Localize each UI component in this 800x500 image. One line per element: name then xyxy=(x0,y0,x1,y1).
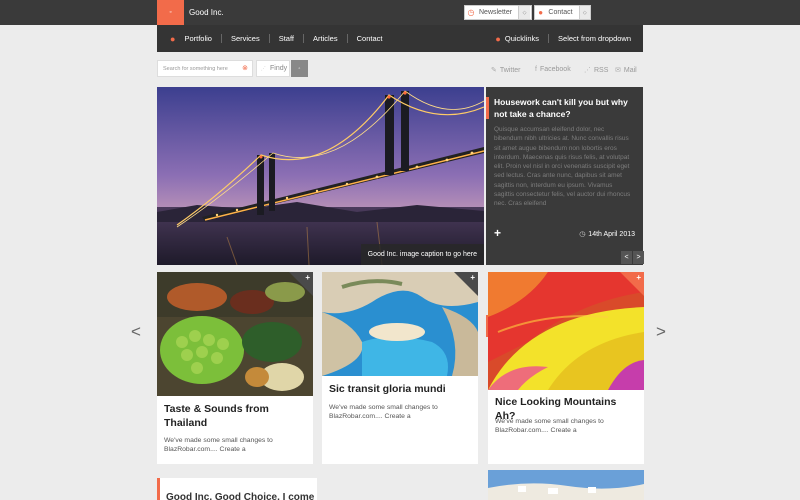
card-body: We've made some small changes to BlazRob… xyxy=(164,437,273,453)
rss-icon: ⋰ xyxy=(261,65,266,72)
quicklinks-link[interactable]: Quicklinks xyxy=(505,34,539,43)
chevron-down-icon[interactable]: ◇ xyxy=(518,6,531,19)
nav-right: ● Quicklinks Select from dropdown xyxy=(495,34,643,44)
feature-date-text: 14th April 2013 xyxy=(588,230,635,238)
twitter-label: Twitter xyxy=(499,66,521,74)
main-nav: ● Portfolio Services Staff Articles Cont… xyxy=(157,25,643,52)
card-title[interactable]: Taste & Sounds from Thailand xyxy=(164,402,306,430)
accent-bar xyxy=(486,97,489,119)
pager-prev-button[interactable]: < xyxy=(621,251,632,264)
nav-item-staff[interactable]: Staff xyxy=(270,34,305,43)
rss-label: RSS xyxy=(594,66,609,74)
facebook-label: Facebook xyxy=(539,66,571,73)
card-santorini[interactable]: + xyxy=(488,470,644,500)
bridge-photo xyxy=(157,87,484,265)
card-body: We've made some small changes to BlazRob… xyxy=(495,418,604,434)
mail-label: Mail xyxy=(623,66,637,74)
plus-icon[interactable]: + xyxy=(305,273,310,282)
clock-icon: ◷ xyxy=(579,231,586,238)
newsletter-button[interactable]: ◷ Newsletter ◇ xyxy=(464,5,532,20)
nav-item-articles[interactable]: Articles xyxy=(304,34,348,43)
coast-photo xyxy=(488,470,644,500)
twitter-link[interactable]: ✎ Twitter xyxy=(491,66,521,75)
contact-button[interactable]: ● Contact ◇ xyxy=(534,5,591,20)
facebook-icon: f xyxy=(535,66,537,73)
chevron-down-icon[interactable]: ◇ xyxy=(578,6,590,19)
rss-link[interactable]: ⋰ RSS xyxy=(584,66,609,75)
search-button[interactable]: ◦ xyxy=(291,60,308,77)
carousel-prev-button[interactable]: < xyxy=(131,322,141,342)
pager-next-button[interactable]: > xyxy=(633,251,644,264)
findy-label: Findy xyxy=(270,65,288,72)
nav-item-services[interactable]: Services xyxy=(222,34,270,43)
search-input[interactable]: Search for something here ⊗ xyxy=(157,60,253,77)
findy-select[interactable]: ⋰ Findy xyxy=(256,60,290,77)
clear-icon[interactable]: ⊗ xyxy=(242,64,248,72)
card-mountains[interactable]: + Nice Looking Mountains Ah? We've made … xyxy=(488,272,644,464)
feature-body: Quisque accumsan eleifend dolor, nec bib… xyxy=(494,126,631,208)
rss-icon: ⋰ xyxy=(584,67,591,74)
plus-icon[interactable]: + xyxy=(494,226,501,240)
nav-item-contact[interactable]: Contact xyxy=(348,34,392,43)
newsletter-label: Newsletter xyxy=(479,9,513,16)
feature-panel: Housework can't kill you but why not tak… xyxy=(486,87,643,337)
brand-name[interactable]: Good Inc. xyxy=(189,0,224,25)
card-sic-transit[interactable]: + Sic transit gloria mundi We've made so… xyxy=(322,272,478,464)
plus-icon[interactable]: + xyxy=(470,273,475,282)
card-title[interactable]: Sic transit gloria mundi xyxy=(329,382,471,396)
clock-icon: ◷ xyxy=(467,8,475,17)
top-bar: ◦ Good Inc. ◷ Newsletter ◇ ● Contact ◇ xyxy=(0,0,800,25)
feature-date: ◷ 14th April 2013 xyxy=(579,230,635,239)
mail-link[interactable]: ✉ Mail xyxy=(615,66,637,75)
map-pin-icon: ● xyxy=(495,33,501,44)
divider xyxy=(548,34,550,43)
map-pin-icon: ● xyxy=(538,8,544,17)
facebook-link[interactable]: f Facebook xyxy=(535,66,571,73)
search-placeholder: Search for something here xyxy=(163,65,228,72)
section-title[interactable]: Good Inc. Good Choice. I come alive xyxy=(157,478,317,500)
plus-icon[interactable]: + xyxy=(636,273,641,282)
card-thailand[interactable]: + Taste & Sounds from Thailand We've mad… xyxy=(157,272,313,464)
feature-pager: < > xyxy=(620,251,644,264)
mail-icon: ✉ xyxy=(615,67,621,74)
contact-label: Contact xyxy=(548,9,573,16)
twitter-icon: ✎ xyxy=(491,67,497,74)
card-body: We've made some small changes to BlazRob… xyxy=(329,404,438,420)
nav-item-portfolio[interactable]: Portfolio xyxy=(175,34,222,43)
logo[interactable]: ◦ xyxy=(157,0,184,25)
hero-caption: Good Inc. image caption to go here xyxy=(360,244,484,265)
select-dropdown[interactable]: Select from dropdown xyxy=(558,34,631,43)
hero-image[interactable]: Good Inc. image caption to go here xyxy=(157,87,484,265)
feature-title[interactable]: Housework can't kill you but why not tak… xyxy=(494,96,638,120)
carousel-next-button[interactable]: > xyxy=(656,322,666,342)
